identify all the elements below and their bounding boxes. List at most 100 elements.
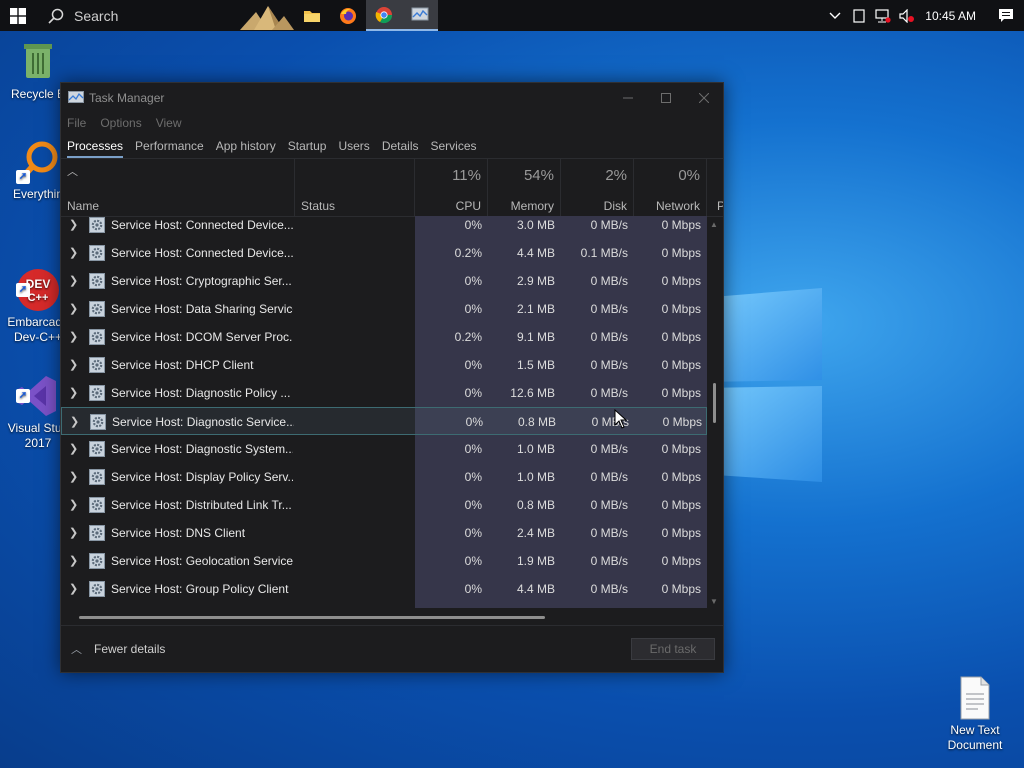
search-icon	[48, 8, 64, 24]
table-row-selected[interactable]: ❯ Service Host: Diagnostic Service... 0% 0.…	[61, 407, 707, 435]
column-name[interactable]: ︿ Name	[67, 159, 295, 217]
tablet-icon[interactable]	[847, 0, 871, 31]
taskbar-chrome[interactable]	[366, 0, 402, 31]
column-header: ︿ Name Status 11% CPU 54% Memory 2% Disk…	[61, 159, 723, 217]
cell-memory: 0.8 MB	[517, 415, 556, 429]
dev-cpp-icon: DEV C++ ➚	[16, 253, 60, 311]
network-total: 0%	[678, 167, 700, 184]
expand-chevron-icon[interactable]: ❯	[69, 358, 78, 371]
taskbar-search[interactable]: Search	[36, 0, 236, 31]
table-row[interactable]: ❯ Service Host: Geolocation Service 0% 1.9 …	[61, 547, 707, 575]
tab-app-history[interactable]: App history	[216, 133, 276, 158]
minimize-button[interactable]	[609, 83, 647, 113]
menu-options[interactable]: Options	[100, 113, 141, 133]
column-disk[interactable]: 2% Disk	[561, 159, 634, 217]
table-row[interactable]: ❯ Service Host: Diagnostic System... 0% 1.0…	[61, 435, 707, 463]
fewer-details-label: Fewer details	[94, 642, 166, 656]
column-cpu-label: CPU	[455, 199, 481, 213]
fewer-details-button[interactable]: ︿ Fewer details	[71, 641, 165, 657]
table-row[interactable]: ❯ Service Host: Cryptographic Ser... 0% 2.9…	[61, 267, 707, 295]
cell-network: 0 Mbps	[661, 246, 701, 260]
service-gear-icon	[90, 414, 106, 430]
window-footer: ︿ Fewer details End task	[61, 625, 723, 672]
expand-chevron-icon[interactable]: ❯	[69, 442, 78, 455]
table-row[interactable]: ❯ Service Host: Data Sharing Service 0% 2.1…	[61, 295, 707, 323]
expand-chevron-icon[interactable]: ❯	[69, 582, 78, 595]
cell-memory: 9.1 MB	[516, 330, 555, 344]
tab-startup[interactable]: Startup	[288, 133, 327, 158]
expand-chevron-icon[interactable]: ❯	[69, 302, 78, 315]
menu-view[interactable]: View	[156, 113, 182, 133]
column-cpu[interactable]: 11% CPU	[415, 159, 488, 217]
scroll-down-icon[interactable]: ▼	[710, 597, 718, 606]
column-power[interactable]: P	[711, 159, 723, 217]
expand-chevron-icon[interactable]: ❯	[69, 218, 78, 231]
maximize-button[interactable]	[647, 83, 685, 113]
process-name: Service Host: DHCP Client	[111, 358, 254, 372]
expand-chevron-icon[interactable]: ❯	[69, 386, 78, 399]
expand-chevron-icon[interactable]: ❯	[69, 274, 78, 287]
network-icon[interactable]	[871, 0, 895, 31]
start-button[interactable]	[0, 0, 36, 31]
tab-processes[interactable]: Processes	[67, 133, 124, 158]
cell-cpu: 0%	[464, 274, 482, 288]
tab-users[interactable]: Users	[338, 133, 369, 158]
menu-file[interactable]: File	[67, 113, 86, 133]
service-gear-icon	[89, 497, 105, 513]
table-row[interactable]: ❯ Service Host: Connected Device... 0% 3.0 …	[61, 216, 707, 239]
everything-search-icon: ➚	[16, 140, 60, 184]
expand-chevron-icon[interactable]: ❯	[69, 554, 78, 567]
column-memory[interactable]: 54% Memory	[488, 159, 561, 217]
expand-chevron-icon[interactable]: ❯	[70, 415, 79, 428]
process-name: Service Host: Cryptographic Ser...	[111, 274, 292, 288]
scroll-up-icon[interactable]: ▲	[710, 220, 718, 229]
table-row[interactable]: ❯ Service Host: DCOM Server Proc... 0.2% 9.…	[61, 323, 707, 351]
column-network[interactable]: 0% Network	[634, 159, 707, 217]
service-gear-icon	[89, 245, 105, 261]
cell-memory: 2.9 MB	[516, 274, 555, 288]
column-status[interactable]: Status	[295, 159, 415, 217]
cell-cpu: 0%	[465, 415, 483, 429]
cell-disk: 0 MB/s	[590, 498, 628, 512]
cell-cpu: 0%	[464, 218, 482, 232]
volume-muted-icon[interactable]	[895, 0, 919, 31]
cell-memory: 3.0 MB	[516, 218, 555, 232]
cell-cpu: 0%	[464, 554, 482, 568]
table-row[interactable]: ❯ Service Host: DNS Client 0% 2.4 MB 0 MB/s 0…	[61, 519, 707, 547]
vertical-scroll-thumb[interactable]	[713, 383, 716, 423]
taskbar-firefox[interactable]	[330, 0, 366, 31]
horizontal-scroll-thumb[interactable]	[79, 616, 545, 619]
tab-details[interactable]: Details	[382, 133, 419, 158]
service-gear-icon	[89, 217, 105, 233]
tab-performance[interactable]: Performance	[135, 133, 204, 158]
table-row[interactable]: ❯ Service Host: Diagnostic Policy ... 0% 12…	[61, 379, 707, 407]
table-row[interactable]: ❯ Service Host: Group Policy Client 0% 4.4 …	[61, 575, 707, 603]
end-task-button[interactable]: End task	[631, 638, 715, 660]
action-center-icon[interactable]	[988, 0, 1024, 31]
table-row[interactable]: ❯ Service Host: Connected Device... 0.2% 4.…	[61, 239, 707, 267]
vertical-scrollbar[interactable]: ▲ ▼	[709, 216, 721, 608]
expand-chevron-icon[interactable]: ❯	[69, 526, 78, 539]
cell-cpu: 0%	[464, 302, 482, 316]
cell-memory: 1.5 MB	[516, 358, 555, 372]
title-bar[interactable]: Task Manager	[61, 83, 723, 113]
taskbar-file-explorer[interactable]	[294, 0, 330, 31]
expand-chevron-icon[interactable]: ❯	[69, 498, 78, 511]
desktop-icon-new-text-document[interactable]: New Text Document	[937, 646, 1013, 753]
close-button[interactable]	[685, 83, 723, 113]
tab-services[interactable]: Services	[431, 133, 477, 158]
cell-disk: 0 MB/s	[590, 526, 628, 540]
table-row[interactable]: ❯ Service Host: Distributed Link Tr... 0% 0…	[61, 491, 707, 519]
taskbar-clock[interactable]: 10:45 AM	[919, 9, 988, 23]
expand-chevron-icon[interactable]: ❯	[69, 330, 78, 343]
cell-network: 0 Mbps	[661, 330, 701, 344]
expand-chevron-icon[interactable]: ❯	[69, 470, 78, 483]
service-gear-icon	[89, 525, 105, 541]
taskbar-task-manager[interactable]	[402, 0, 438, 31]
tray-overflow-chevron-icon[interactable]	[823, 0, 847, 31]
expand-chevron-icon[interactable]: ❯	[69, 246, 78, 259]
table-row[interactable]: ❯ Service Host: DHCP Client 0% 1.5 MB 0 MB/s…	[61, 351, 707, 379]
column-network-label: Network	[655, 199, 700, 213]
table-row[interactable]: ❯ Service Host: Display Policy Serv... 0% 1…	[61, 463, 707, 491]
cell-memory: 12.6 MB	[510, 386, 555, 400]
